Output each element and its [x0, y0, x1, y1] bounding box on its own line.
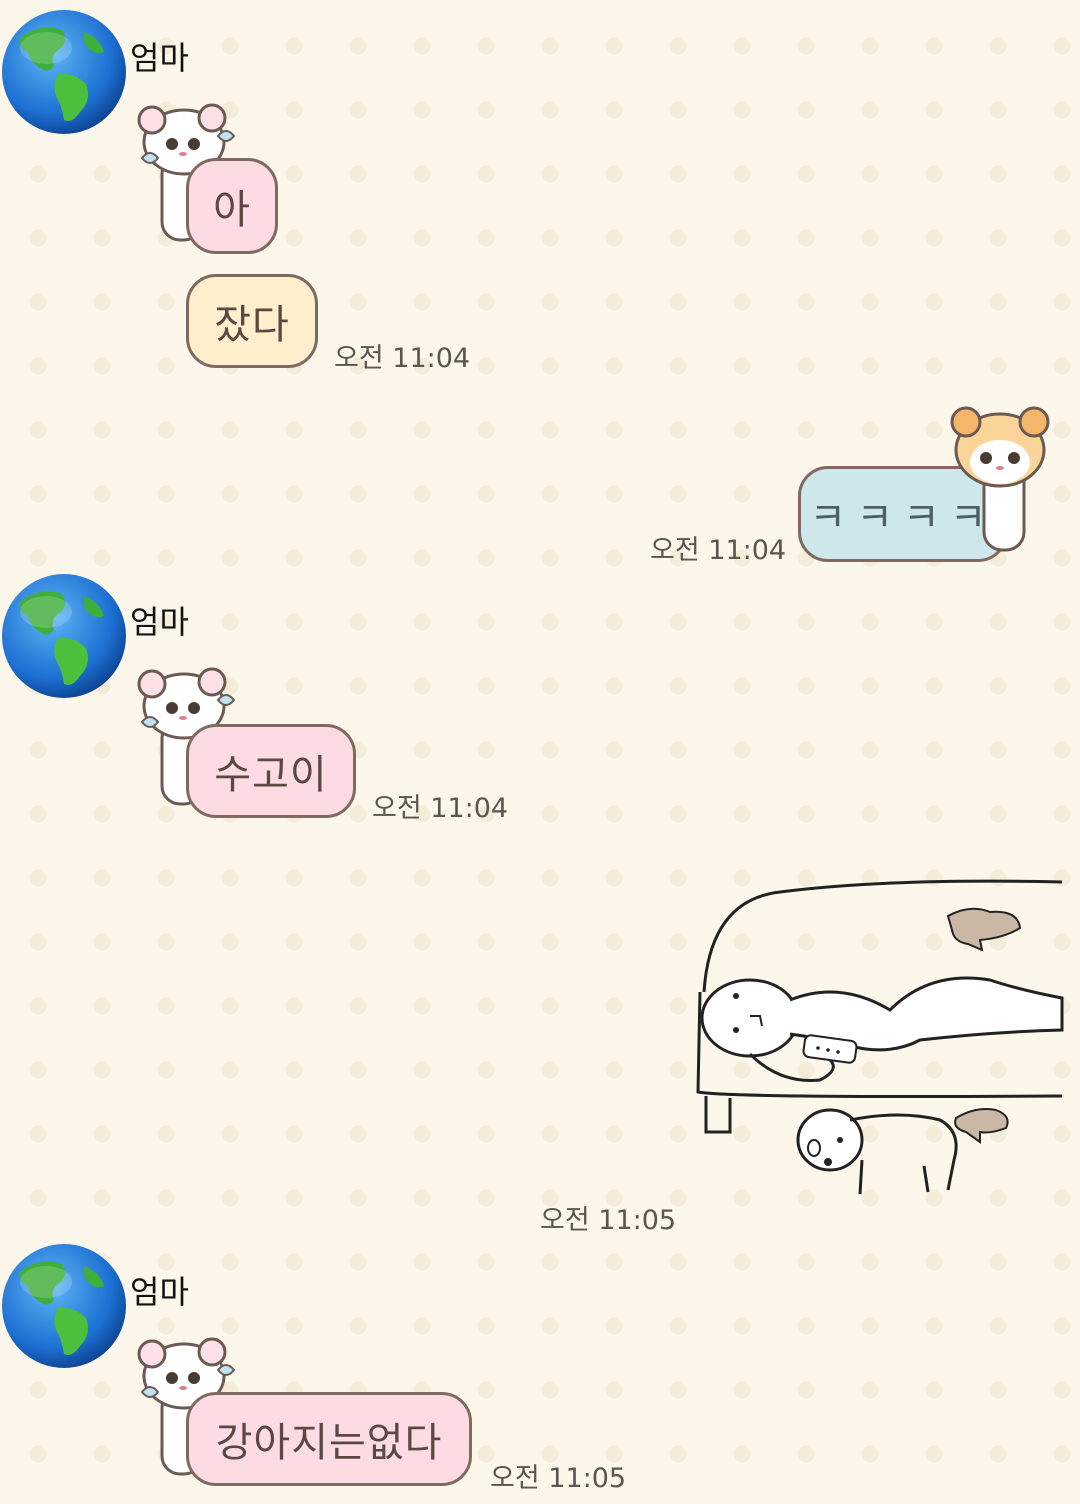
message-time: 오전 11:04 — [334, 343, 471, 374]
hamster-sticker-icon — [948, 400, 1052, 560]
photo-message[interactable] — [690, 870, 1070, 1210]
message-time: 오전 11:05 — [490, 1463, 627, 1494]
message-bubble[interactable]: 아 — [186, 158, 278, 254]
earth-globe-icon — [2, 574, 126, 698]
sender-name: 엄마 — [130, 39, 189, 77]
earth-globe-icon — [2, 1244, 126, 1368]
earth-globe-icon — [2, 10, 126, 134]
avatar[interactable] — [0, 1242, 128, 1370]
avatar[interactable] — [0, 8, 128, 136]
message-time: 오전 11:04 — [372, 793, 509, 824]
sender-name: 엄마 — [130, 1273, 189, 1311]
message-bubble[interactable]: 수고이 — [186, 724, 356, 818]
message-time: 오전 11:04 — [650, 535, 787, 566]
message-time: 오전 11:05 — [540, 1205, 677, 1236]
avatar[interactable] — [0, 572, 128, 700]
sender-name: 엄마 — [130, 603, 189, 641]
sofa-sketch-image — [696, 879, 1064, 1195]
message-bubble[interactable]: 잤다 — [186, 274, 318, 368]
message-bubble[interactable]: 강아지는없다 — [186, 1392, 472, 1486]
